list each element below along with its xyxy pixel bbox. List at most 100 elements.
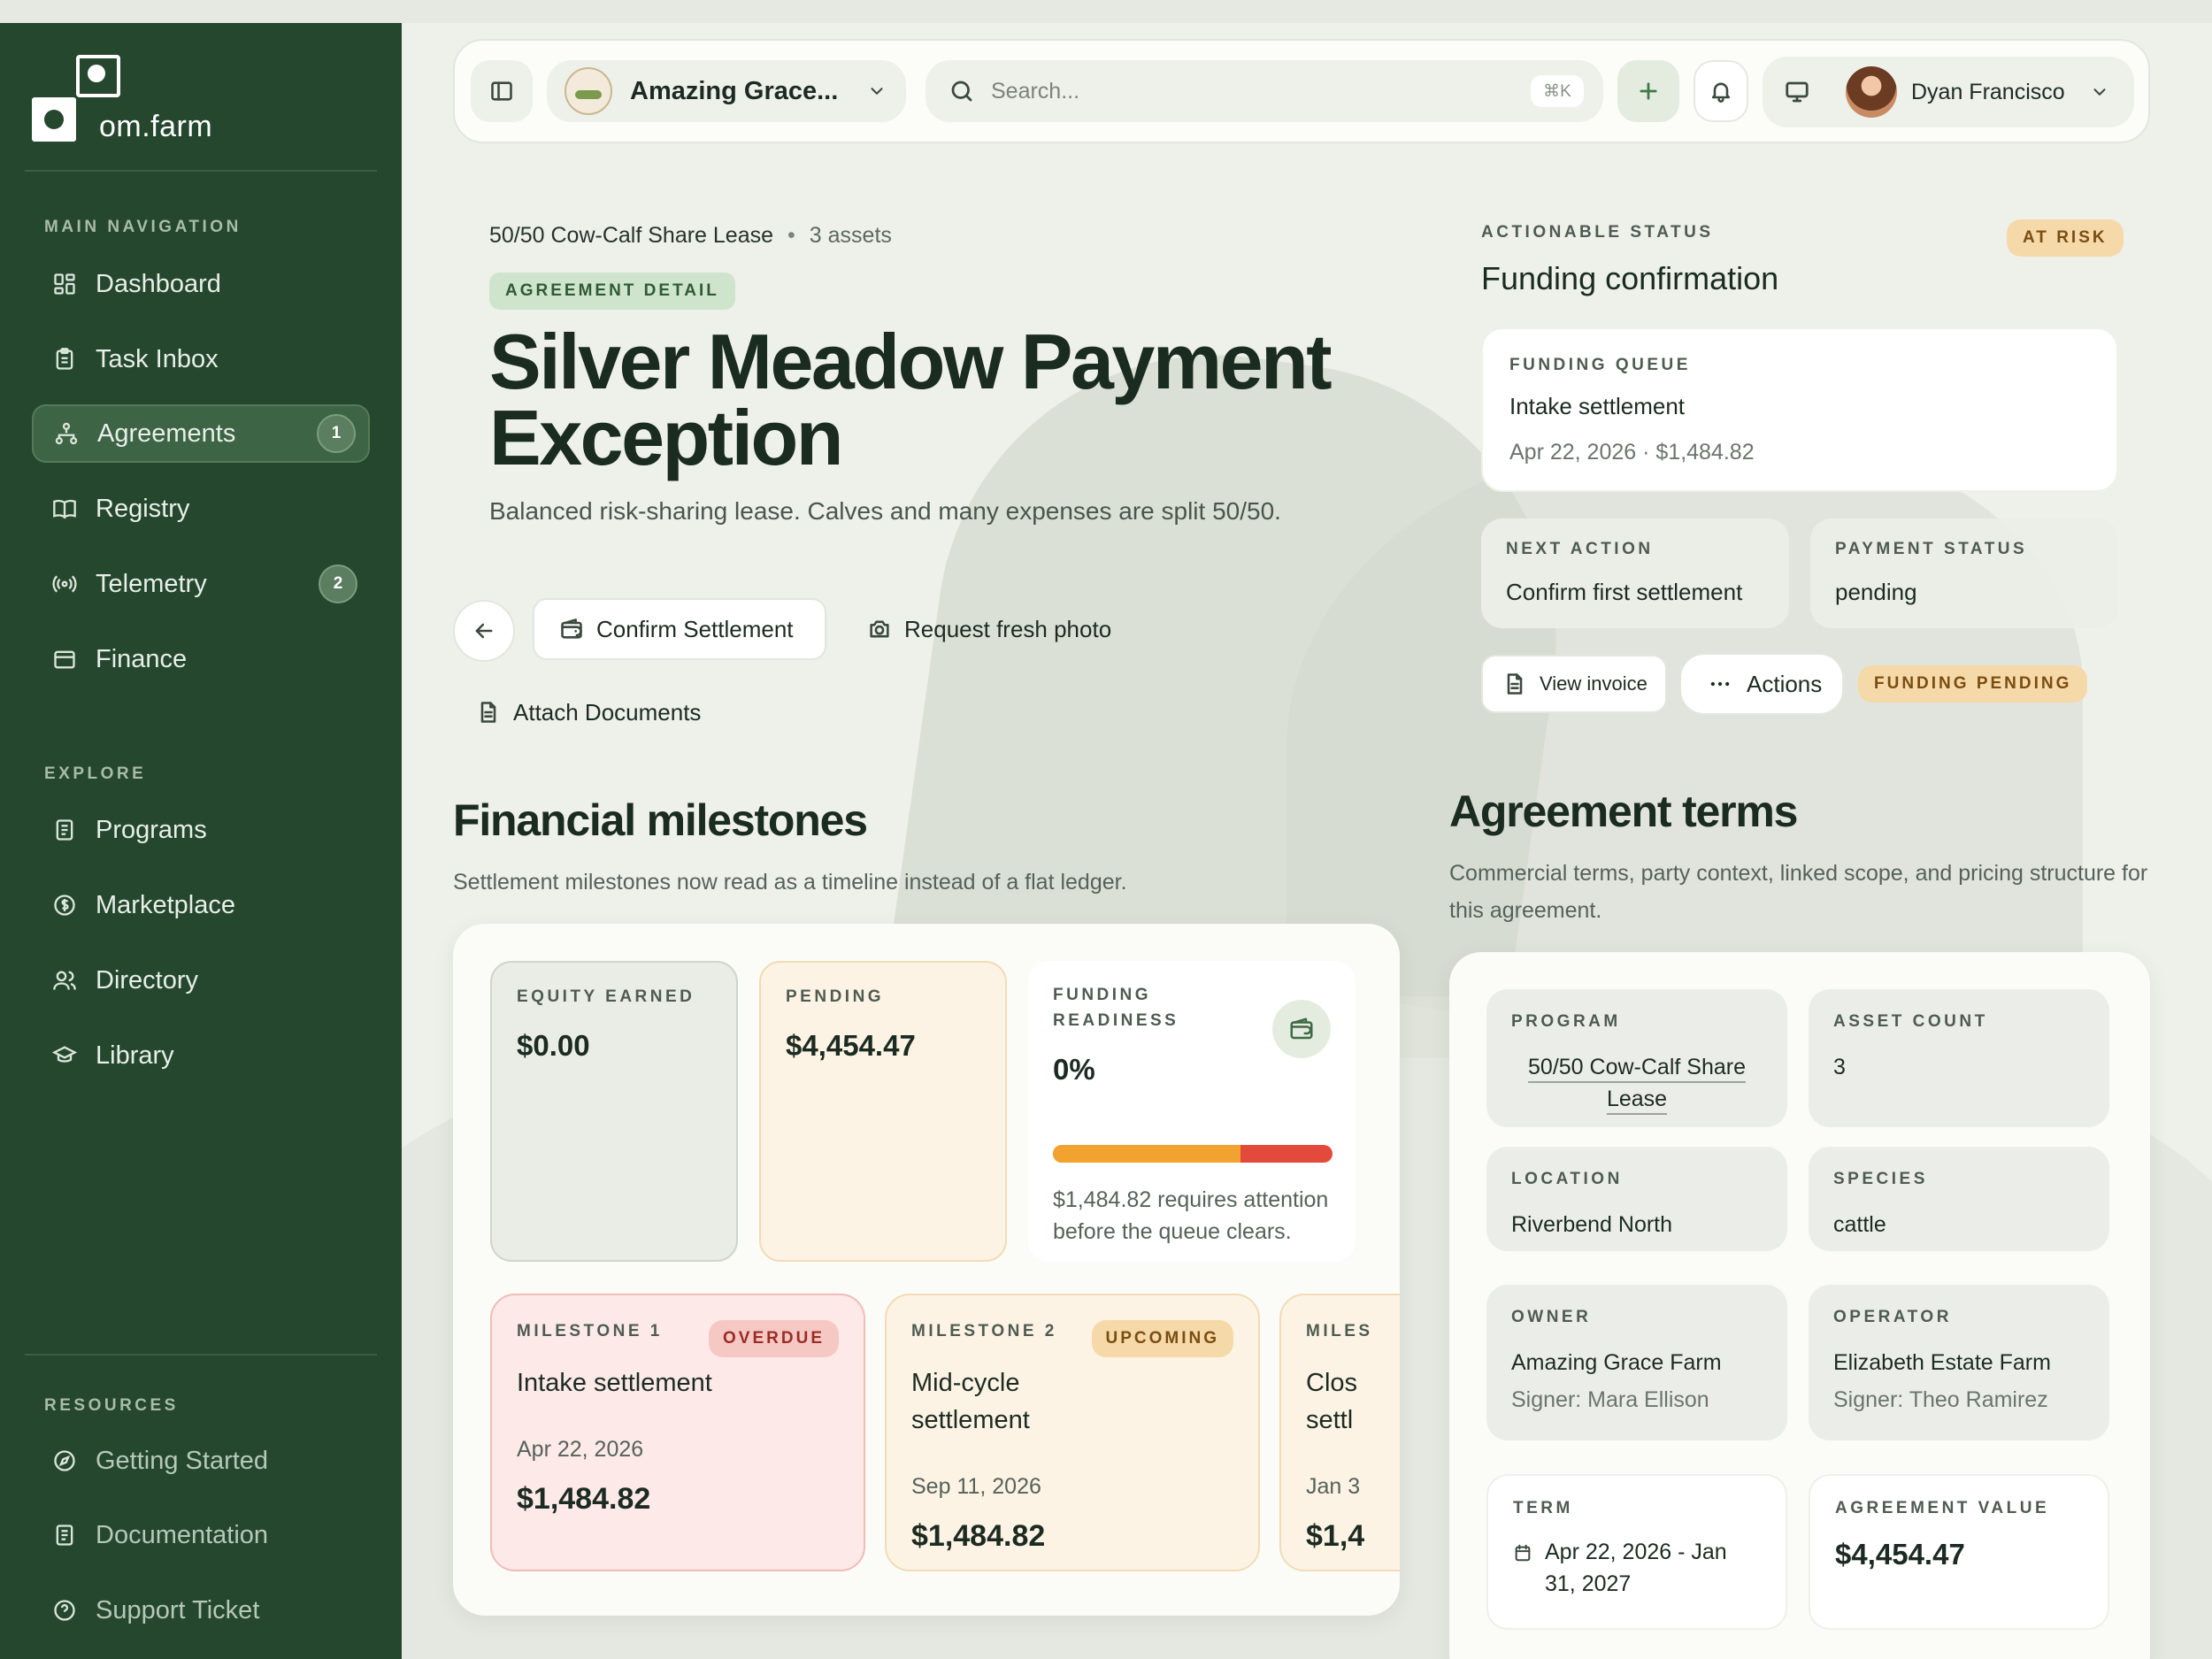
- milestone-date: Sep 11, 2026: [911, 1474, 1041, 1499]
- bell-icon: [1711, 82, 1731, 103]
- species-value: cattle: [1833, 1212, 1886, 1237]
- users-icon: [51, 967, 78, 994]
- document-icon: [480, 702, 496, 723]
- brand-logo[interactable]: om.farm: [32, 55, 350, 161]
- milestone-date: Jan 3: [1306, 1474, 1361, 1499]
- request-photo-button[interactable]: Request fresh photo: [867, 598, 1159, 660]
- financial-milestones-title: Financial milestones: [453, 795, 868, 845]
- overdue-badge: OVERDUE: [709, 1320, 839, 1357]
- sidebar-item-registry[interactable]: Registry: [32, 480, 370, 538]
- funding-queue-detail: Apr 22, 2026 · $1,484.82: [1509, 440, 1755, 465]
- agreements-count-badge: 1: [317, 414, 356, 453]
- sidebar-item-agreements[interactable]: Agreements 1: [32, 404, 370, 463]
- wallet-icon: [1272, 1000, 1331, 1058]
- section-label-main: MAIN NAVIGATION: [44, 218, 242, 236]
- funding-readiness-note: $1,484.82 requires attention before the …: [1053, 1187, 1329, 1244]
- sidebar-item-programs[interactable]: Programs: [32, 801, 370, 859]
- divider: [25, 170, 377, 172]
- sidebar-item-library[interactable]: Library: [32, 1026, 370, 1085]
- funding-readiness-card: FUNDING READINESS 0% $1,484.82 requires …: [1028, 961, 1356, 1262]
- milestone-amount: $1,4: [1306, 1519, 1365, 1553]
- top-strip: [0, 0, 2212, 23]
- actions-button[interactable]: Actions: [1679, 653, 1844, 715]
- sidebar-item-marketplace[interactable]: Marketplace: [32, 876, 370, 934]
- program-link[interactable]: 50/50 Cow-Calf Share Lease: [1511, 1051, 1763, 1115]
- funding-readiness-value: 0%: [1053, 1053, 1095, 1086]
- document-icon: [51, 817, 78, 843]
- chevron-down-icon: [2093, 88, 2106, 96]
- funding-queue-value: Intake settlement: [1509, 393, 1685, 419]
- milestone-amount: $1,484.82: [911, 1519, 1046, 1553]
- section-label-resources: RESOURCES: [44, 1396, 179, 1415]
- farm-selector[interactable]: Amazing Grace...: [547, 60, 906, 122]
- milestone-date: Apr 22, 2026: [517, 1437, 644, 1462]
- breadcrumb-program[interactable]: 50/50 Cow-Calf Share Lease: [489, 223, 773, 249]
- milestone-card[interactable]: MILES Clos settl Jan 3 $1,4: [1279, 1294, 1400, 1571]
- owner-card: OWNER Amazing Grace Farm Signer: Mara El…: [1486, 1285, 1787, 1440]
- divider: [25, 1354, 377, 1356]
- agreement-terms-title: Agreement terms: [1449, 787, 1798, 836]
- attach-documents-button[interactable]: Attach Documents: [476, 681, 759, 743]
- search-placeholder: Search...: [991, 78, 1080, 104]
- sidebar-item-directory[interactable]: Directory: [32, 951, 370, 1010]
- asset-count-value: 3: [1833, 1055, 1846, 1079]
- sidebar-item-getting-started[interactable]: Getting Started: [32, 1432, 370, 1490]
- asset-count-card: ASSET COUNT 3: [1809, 989, 2109, 1127]
- location-card: LOCATION Riverbend North: [1486, 1147, 1787, 1251]
- operator-signer: Signer: Theo Ramirez: [1833, 1387, 2048, 1412]
- document-icon: [51, 1522, 78, 1548]
- notifications-button[interactable]: [1694, 60, 1748, 122]
- payment-status-card: PAYMENT STATUS pending: [1810, 518, 2118, 628]
- section-label-explore: EXPLORE: [44, 764, 147, 783]
- logo-mark-icon: [76, 55, 120, 97]
- program-card: PROGRAM 50/50 Cow-Calf Share Lease: [1486, 989, 1787, 1127]
- chevron-down-icon: [871, 88, 883, 95]
- user-name: Dyan Francisco: [1911, 79, 2065, 104]
- search-shortcut: ⌘K: [1531, 75, 1584, 107]
- farm-logo: [565, 67, 612, 115]
- next-action-card: NEXT ACTION Confirm first settlement: [1481, 518, 1789, 628]
- operator-card: OPERATOR Elizabeth Estate Farm Signer: T…: [1809, 1285, 2109, 1440]
- book-icon: [51, 495, 78, 522]
- milestone-amount: $1,484.82: [517, 1482, 651, 1516]
- agreement-detail-tag: AGREEMENT DETAIL: [489, 273, 735, 310]
- telemetry-count-badge: 2: [319, 565, 357, 603]
- clipboard-icon: [51, 346, 78, 373]
- confirm-settlement-button[interactable]: Confirm Settlement: [533, 598, 826, 660]
- payment-status-value: pending: [1835, 579, 1917, 605]
- view-invoice-button[interactable]: View invoice: [1481, 655, 1667, 713]
- sidebar-item-support-ticket[interactable]: Support Ticket: [32, 1581, 370, 1640]
- agreement-terms-subtitle: Commercial terms, party context, linked …: [1449, 861, 2148, 923]
- at-risk-badge: AT RISK: [2007, 219, 2124, 257]
- sidebar-item-documentation[interactable]: Documentation: [32, 1506, 370, 1564]
- search-input[interactable]: Search... ⌘K: [926, 60, 1603, 122]
- brand-name: om.farm: [99, 110, 213, 143]
- back-button[interactable]: [453, 600, 515, 662]
- compass-icon: [51, 1448, 78, 1474]
- sidebar-toggle-button[interactable]: [471, 60, 533, 122]
- sidebar-item-telemetry[interactable]: Telemetry 2: [32, 555, 370, 613]
- species-card: SPECIES cattle: [1809, 1147, 2109, 1251]
- sidebar-item-task-inbox[interactable]: Task Inbox: [32, 330, 370, 388]
- wallet-icon: [51, 646, 78, 672]
- sidebar-item-dashboard[interactable]: Dashboard: [32, 255, 370, 313]
- hierarchy-icon: [53, 420, 80, 447]
- milestone-card[interactable]: MILESTONE 2 UPCOMING Mid-cycle settlemen…: [885, 1294, 1260, 1571]
- signal-icon: [51, 571, 78, 597]
- owner-value: Amazing Grace Farm: [1511, 1350, 1722, 1375]
- operator-value: Elizabeth Estate Farm: [1833, 1350, 2051, 1375]
- sidebar-item-finance[interactable]: Finance: [32, 630, 370, 688]
- milestone-card[interactable]: MILESTONE 1 OVERDUE Intake settlement Ap…: [490, 1294, 865, 1571]
- avatar: [1846, 66, 1897, 118]
- camera-icon: [870, 620, 889, 638]
- add-button[interactable]: [1617, 60, 1679, 122]
- owner-signer: Signer: Mara Ellison: [1511, 1387, 1709, 1412]
- plus-icon: [1640, 82, 1657, 100]
- page-title: Silver Meadow Payment Exception: [489, 318, 1333, 481]
- dollar-icon: [51, 892, 78, 918]
- user-menu[interactable]: Dyan Francisco: [1763, 57, 2134, 127]
- sidebar: om.farm MAIN NAVIGATION Dashboard Task I…: [0, 23, 402, 1659]
- document-icon: [1507, 673, 1523, 695]
- help-icon: [51, 1597, 78, 1624]
- graduation-icon: [51, 1042, 78, 1069]
